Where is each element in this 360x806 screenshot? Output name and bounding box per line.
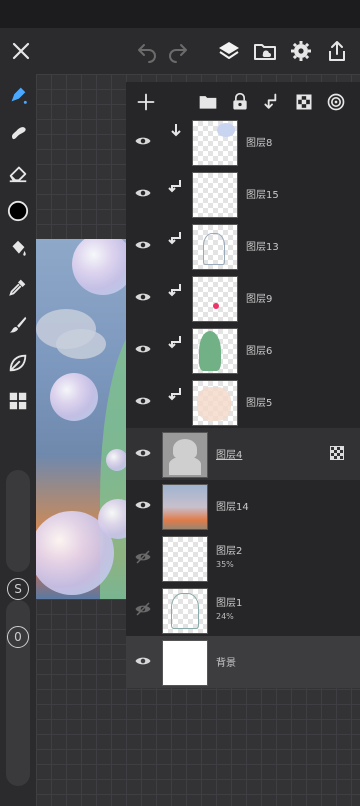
eye-icon[interactable]	[132, 442, 154, 464]
grid-icon[interactable]	[5, 388, 31, 414]
brush-size-button[interactable]: S	[7, 578, 29, 600]
status-bar	[0, 0, 360, 28]
layer-thumbnail	[162, 588, 208, 634]
artwork-canvas[interactable]	[36, 239, 128, 599]
opacity-button[interactable]: 0	[7, 626, 29, 648]
target-icon[interactable]	[324, 90, 348, 114]
layer-thumbnail	[192, 380, 238, 426]
layer-thumbnail	[162, 536, 208, 582]
share-icon[interactable]	[324, 38, 350, 64]
layer-row[interactable]: 图层14	[126, 480, 360, 532]
eye-icon[interactable]	[132, 234, 154, 256]
eraser-icon[interactable]	[5, 160, 31, 186]
layer-row[interactable]: 图层8	[126, 116, 360, 168]
layer-thumbnail	[162, 484, 208, 530]
layer-name: 图层4	[216, 450, 243, 461]
layers-panel: 图层8 图层15 图层13 图层9 图层6 图层5 图层4 图层14 图层2 3…	[126, 82, 360, 688]
clipping-mask-icon	[168, 386, 184, 402]
layer-row[interactable]: 图层1 24%	[126, 584, 360, 636]
brush-size-slider[interactable]	[6, 470, 30, 572]
color-swatch-icon[interactable]	[5, 198, 31, 224]
layer-name: 图层9	[246, 294, 273, 305]
clipping-mask-icon	[168, 334, 184, 350]
lock-icon[interactable]	[228, 90, 252, 114]
layer-name: 图层1	[216, 598, 243, 609]
layer-name: 图层5	[246, 398, 273, 409]
layer-thumbnail	[192, 172, 238, 218]
layer-thumbnail	[162, 432, 208, 478]
eye-icon[interactable]	[132, 130, 154, 152]
checkerboard-icon[interactable]	[292, 90, 316, 114]
layer-name: 图层15	[246, 190, 279, 201]
tool-sidebar: S 0	[0, 74, 36, 806]
gear-icon[interactable]	[288, 38, 314, 64]
folder-icon[interactable]	[196, 90, 220, 114]
layer-name: 背景	[216, 658, 236, 669]
layer-thumbnail	[192, 328, 238, 374]
merge-down-icon[interactable]	[260, 90, 284, 114]
redo-icon[interactable]	[165, 38, 191, 64]
bucket-icon[interactable]	[5, 236, 31, 262]
layer-name: 图层13	[246, 242, 279, 253]
bubble-shape	[72, 239, 128, 295]
top-toolbar	[0, 28, 360, 74]
layer-name: 图层6	[246, 346, 273, 357]
bubble-shape	[50, 373, 98, 421]
undo-icon[interactable]	[134, 38, 160, 64]
folder-cloud-icon[interactable]	[252, 38, 278, 64]
plus-icon[interactable]	[134, 90, 158, 114]
layer-row[interactable]: 图层6	[126, 324, 360, 376]
background-layer-row[interactable]: 背景	[126, 636, 360, 688]
clipping-mask-icon	[168, 178, 184, 194]
bubble-shape	[106, 449, 128, 471]
layer-row[interactable]: 图层13	[126, 220, 360, 272]
layer-opacity: 24%	[216, 612, 234, 621]
eye-icon[interactable]	[132, 182, 154, 204]
eye-icon[interactable]	[132, 286, 154, 308]
eye-off-icon[interactable]	[132, 546, 154, 568]
eye-icon[interactable]	[132, 338, 154, 360]
layer-name: 图层2	[216, 546, 243, 557]
layer-row[interactable]: 图层5	[126, 376, 360, 428]
pen-icon[interactable]	[5, 82, 31, 108]
smudge-icon[interactable]	[5, 120, 31, 146]
eye-icon[interactable]	[132, 390, 154, 412]
layer-name: 图层14	[216, 502, 249, 513]
cloud-shape	[56, 329, 106, 359]
layer-thumbnail	[192, 120, 238, 166]
layer-row-selected[interactable]: 图层4	[126, 428, 360, 480]
clipping-mask-icon	[168, 230, 184, 246]
layer-row[interactable]: 图层2 35%	[126, 532, 360, 584]
layer-thumbnail	[162, 640, 208, 686]
layer-opacity: 35%	[216, 560, 234, 569]
eye-icon[interactable]	[132, 494, 154, 516]
leaf-icon[interactable]	[5, 350, 31, 376]
alpha-lock-icon[interactable]	[330, 446, 344, 460]
eye-off-icon[interactable]	[132, 598, 154, 620]
eyedropper-icon[interactable]	[5, 274, 31, 300]
layer-row[interactable]: 图层9	[126, 272, 360, 324]
layer-thumbnail	[192, 276, 238, 322]
clipping-mask-icon	[168, 122, 184, 138]
layer-row[interactable]: 图层15	[126, 168, 360, 220]
brush-icon[interactable]	[5, 312, 31, 338]
clipping-mask-icon	[168, 282, 184, 298]
eye-icon[interactable]	[132, 650, 154, 672]
layer-name: 图层8	[246, 138, 273, 149]
close-icon[interactable]	[8, 38, 34, 64]
layer-thumbnail	[192, 224, 238, 270]
layers-icon[interactable]	[216, 38, 242, 64]
